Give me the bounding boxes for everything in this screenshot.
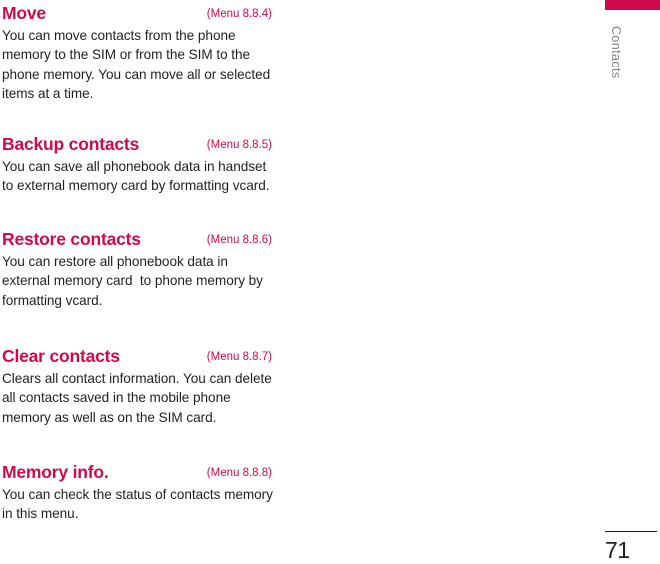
section-menu-reference: (Menu 8.8.8) [206, 467, 272, 479]
section-restore-contacts: Restore contacts (Menu 8.8.6) You can re… [2, 228, 278, 310]
section-header: Clear contacts (Menu 8.8.7) [2, 345, 274, 369]
section-menu-reference: (Menu 8.8.7) [206, 351, 272, 363]
section-title: Restore contacts [2, 229, 141, 249]
section-memory-info: Memory info. (Menu 8.8.8) You can check … [2, 461, 278, 524]
section-title: Memory info. [2, 462, 109, 482]
page-number: 71 [605, 537, 630, 563]
section-clear-contacts: Clear contacts (Menu 8.8.7) Clears all c… [2, 345, 278, 427]
body-line: in this menu. [2, 506, 79, 522]
body-line: formatting vcard. [2, 292, 103, 308]
body-line: Clears all contact information. You can … [2, 371, 272, 386]
chapter-color-bar [605, 0, 660, 10]
section-title: Backup contacts [2, 134, 140, 154]
body-line: to external memory card by formatting vc… [2, 178, 270, 194]
chapter-side-tab: Contacts [605, 26, 627, 116]
body-line: external memory card to phone memory by [2, 273, 263, 289]
section-menu-reference: (Menu 8.8.6) [206, 234, 272, 246]
chapter-side-tab-label: Contacts [609, 26, 623, 79]
body-line: memory to the SIM or from the SIM to the [2, 47, 251, 63]
section-header: Memory info. (Menu 8.8.8) [2, 461, 274, 485]
section-header: Restore contacts (Menu 8.8.6) [2, 228, 274, 252]
section-title: Move [2, 3, 46, 23]
section-body: You can restore all phonebook data in ex… [2, 252, 278, 310]
section-menu-reference: (Menu 8.8.5) [206, 139, 272, 151]
body-line: You can move contacts from the phone [2, 28, 236, 43]
section-body: Clears all contact information. You can … [2, 369, 278, 427]
section-header: Backup contacts (Menu 8.8.5) [2, 133, 274, 157]
section-menu-reference: (Menu 8.8.4) [206, 8, 272, 20]
section-title: Clear contacts [2, 346, 120, 366]
body-line: items at a time. [2, 85, 94, 101]
manual-page: Move (Menu 8.8.4) You can move contacts … [0, 0, 660, 564]
section-body: You can move contacts from the phone mem… [2, 26, 278, 103]
body-line: phone memory. You can move all or select… [2, 66, 271, 82]
body-line: memory as well as on the SIM card. [2, 409, 217, 425]
section-backup-contacts: Backup contacts (Menu 8.8.5) You can sav… [2, 133, 278, 196]
section-move: Move (Menu 8.8.4) You can move contacts … [2, 2, 278, 103]
body-line: You can save all phonebook data in hands… [2, 159, 267, 174]
section-body: You can check the status of contacts mem… [2, 485, 278, 524]
section-header: Move (Menu 8.8.4) [2, 2, 274, 26]
section-body: You can save all phonebook data in hands… [2, 157, 278, 196]
body-line: You can check the status of contacts mem… [2, 487, 273, 502]
body-line: all contacts saved in the mobile phone [2, 390, 231, 406]
body-line: You can restore all phonebook data in [2, 254, 228, 269]
page-number-rule [605, 531, 657, 532]
